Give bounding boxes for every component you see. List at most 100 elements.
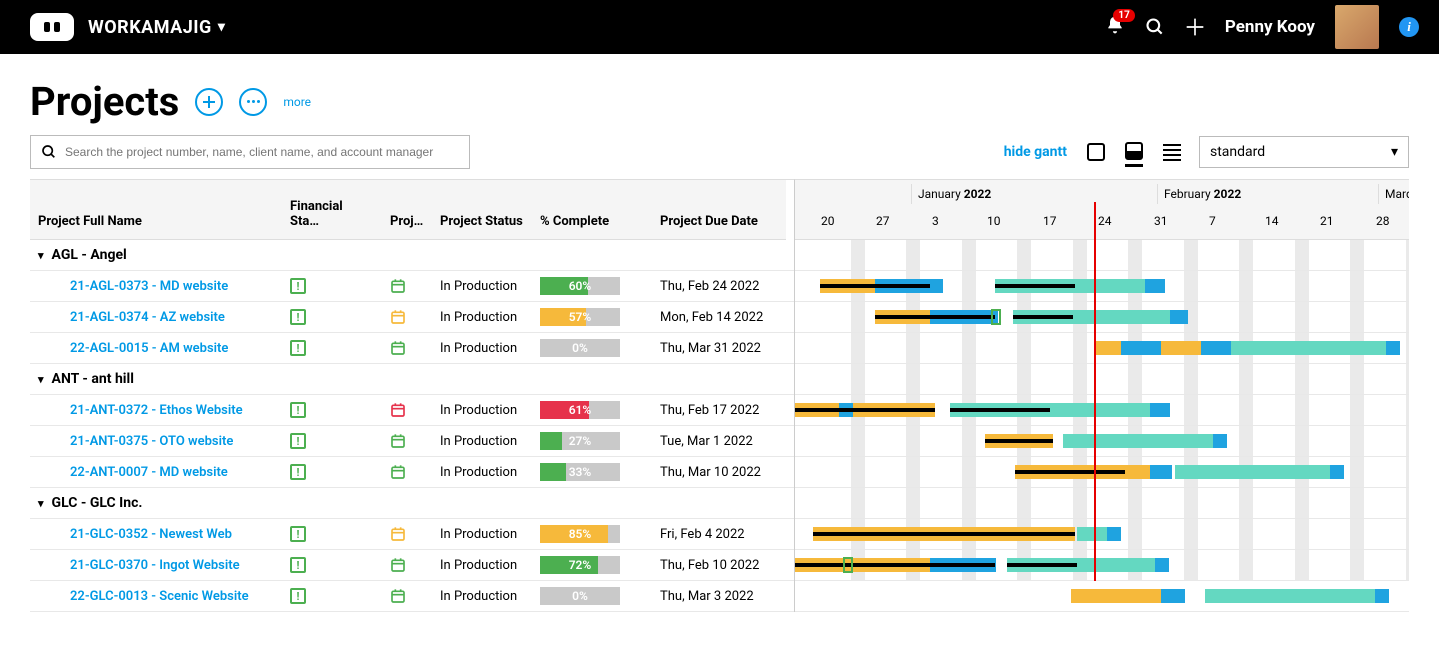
gantt-bar[interactable] bbox=[1063, 434, 1223, 448]
gantt-bar[interactable] bbox=[1330, 465, 1344, 479]
project-link[interactable]: 22-GLC-0013 - Scenic Website bbox=[70, 589, 249, 604]
alert-icon[interactable]: ! bbox=[290, 526, 306, 542]
add-button[interactable] bbox=[1185, 17, 1205, 37]
info-icon[interactable]: i bbox=[1399, 17, 1419, 37]
alert-icon[interactable]: ! bbox=[290, 557, 306, 573]
gantt-bar[interactable] bbox=[1013, 315, 1073, 319]
gantt-bar[interactable] bbox=[1150, 403, 1170, 417]
user-menu[interactable]: Penny Kooy bbox=[1225, 17, 1315, 37]
gantt-bar[interactable] bbox=[1375, 589, 1389, 603]
timeline-month: March bbox=[1378, 184, 1409, 204]
gantt-bar[interactable] bbox=[1145, 279, 1165, 293]
gantt-bar[interactable] bbox=[1161, 341, 1201, 355]
gantt-bar[interactable] bbox=[1107, 527, 1121, 541]
search-input[interactable] bbox=[65, 145, 459, 159]
calendar-icon[interactable] bbox=[390, 278, 406, 294]
due-date: Thu, Feb 24 2022 bbox=[652, 279, 786, 294]
notifications-button[interactable]: 17 bbox=[1105, 15, 1125, 39]
gantt-bar[interactable] bbox=[1071, 589, 1161, 603]
alert-icon[interactable]: ! bbox=[290, 433, 306, 449]
project-link[interactable]: 21-GLC-0370 - Ingot Website bbox=[70, 558, 240, 573]
timeline-day: 14 bbox=[1259, 214, 1314, 228]
search-global-icon[interactable] bbox=[1145, 17, 1165, 37]
alert-icon[interactable]: ! bbox=[290, 588, 306, 604]
calendar-icon[interactable] bbox=[390, 526, 406, 542]
calendar-icon[interactable] bbox=[390, 402, 406, 418]
alert-icon[interactable]: ! bbox=[290, 278, 306, 294]
col-due-date[interactable]: Project Due Date bbox=[652, 180, 786, 240]
group-row[interactable]: ▾ANT - ant hill bbox=[30, 364, 794, 395]
alert-icon[interactable]: ! bbox=[290, 464, 306, 480]
brand-menu[interactable]: WORKAMAJIG ▾ bbox=[88, 17, 225, 38]
project-link[interactable]: 21-GLC-0352 - Newest Web bbox=[70, 527, 232, 542]
percent-bar: 85% bbox=[540, 525, 620, 543]
gantt-bar[interactable] bbox=[1095, 341, 1121, 355]
gantt-bar[interactable] bbox=[1155, 558, 1169, 572]
gantt-bar[interactable] bbox=[1121, 341, 1161, 355]
view-card-icon[interactable] bbox=[1087, 143, 1105, 161]
gantt-bar[interactable] bbox=[1213, 434, 1227, 448]
hide-gantt-toggle[interactable]: hide gantt bbox=[1004, 144, 1067, 160]
project-link[interactable]: 21-AGL-0373 - MD website bbox=[70, 279, 228, 294]
gantt-bar[interactable] bbox=[1386, 341, 1400, 355]
add-project-button[interactable] bbox=[195, 88, 223, 116]
more-link[interactable]: more bbox=[283, 95, 311, 109]
gantt-bar[interactable] bbox=[1175, 465, 1330, 479]
project-link[interactable]: 21-AGL-0374 - AZ website bbox=[70, 310, 225, 325]
gantt-bar[interactable] bbox=[1205, 589, 1375, 603]
alert-icon[interactable]: ! bbox=[290, 402, 306, 418]
group-label: GLC - GLC Inc. bbox=[52, 495, 143, 511]
more-actions-button[interactable] bbox=[239, 88, 267, 116]
status-text: In Production bbox=[432, 589, 532, 604]
due-date: Thu, Feb 17 2022 bbox=[652, 403, 786, 418]
gantt-group-row bbox=[795, 364, 1409, 395]
project-link[interactable]: 21-ANT-0375 - OTO website bbox=[70, 434, 233, 449]
gantt-marker[interactable] bbox=[843, 557, 853, 573]
project-link[interactable]: 22-AGL-0015 - AM website bbox=[70, 341, 228, 356]
col-project-status[interactable]: Project Status bbox=[432, 180, 532, 240]
gantt-bar[interactable] bbox=[1170, 310, 1188, 324]
gantt-bar[interactable] bbox=[875, 315, 995, 319]
alert-icon[interactable]: ! bbox=[290, 309, 306, 325]
gantt-bar[interactable] bbox=[1161, 589, 1185, 603]
gantt-bar[interactable] bbox=[1150, 465, 1172, 479]
gantt-marker[interactable] bbox=[991, 309, 1001, 325]
status-text: In Production bbox=[432, 341, 532, 356]
preset-select[interactable]: standard ▾ bbox=[1199, 136, 1409, 168]
app-logo[interactable] bbox=[30, 13, 74, 41]
calendar-icon[interactable] bbox=[390, 557, 406, 573]
calendar-icon[interactable] bbox=[390, 309, 406, 325]
group-row[interactable]: ▾GLC - GLC Inc. bbox=[30, 488, 794, 519]
col-percent-complete[interactable]: % Complete bbox=[532, 180, 652, 240]
calendar-icon[interactable] bbox=[390, 340, 406, 356]
avatar[interactable] bbox=[1335, 5, 1379, 49]
group-row[interactable]: ▾AGL - Angel bbox=[30, 240, 794, 271]
calendar-icon[interactable] bbox=[390, 464, 406, 480]
timeline-day: 20 bbox=[815, 214, 870, 228]
notification-badge: 17 bbox=[1113, 9, 1134, 22]
gantt-bar[interactable] bbox=[950, 408, 1050, 412]
col-financial-status[interactable]: Financial Sta… bbox=[282, 180, 382, 240]
gantt-bar[interactable] bbox=[813, 532, 1075, 536]
project-link[interactable]: 22-ANT-0007 - MD website bbox=[70, 465, 228, 480]
alert-icon[interactable]: ! bbox=[290, 340, 306, 356]
calendar-icon[interactable] bbox=[390, 588, 406, 604]
gantt-bar[interactable] bbox=[1007, 563, 1077, 567]
gantt-bar[interactable] bbox=[1201, 341, 1231, 355]
col-schedule-status[interactable]: Proj… bbox=[382, 180, 432, 240]
calendar-icon[interactable] bbox=[390, 433, 406, 449]
gantt-bar[interactable] bbox=[1077, 527, 1107, 541]
view-split-icon[interactable] bbox=[1125, 142, 1143, 160]
gantt-bar[interactable] bbox=[820, 284, 930, 288]
gantt-bar[interactable] bbox=[985, 439, 1053, 443]
gantt-bar[interactable] bbox=[795, 408, 935, 412]
gantt-bar[interactable] bbox=[1231, 341, 1386, 355]
timeline-day: 28 bbox=[1370, 214, 1409, 228]
gantt-bar[interactable] bbox=[995, 284, 1075, 288]
project-link[interactable]: 21-ANT-0372 - Ethos Website bbox=[70, 403, 243, 418]
gantt-bar[interactable] bbox=[1015, 470, 1125, 474]
view-list-icon[interactable] bbox=[1163, 143, 1181, 161]
gantt-bar[interactable] bbox=[795, 563, 995, 567]
col-project-name[interactable]: Project Full Name bbox=[30, 180, 282, 240]
due-date: Fri, Feb 4 2022 bbox=[652, 527, 786, 542]
